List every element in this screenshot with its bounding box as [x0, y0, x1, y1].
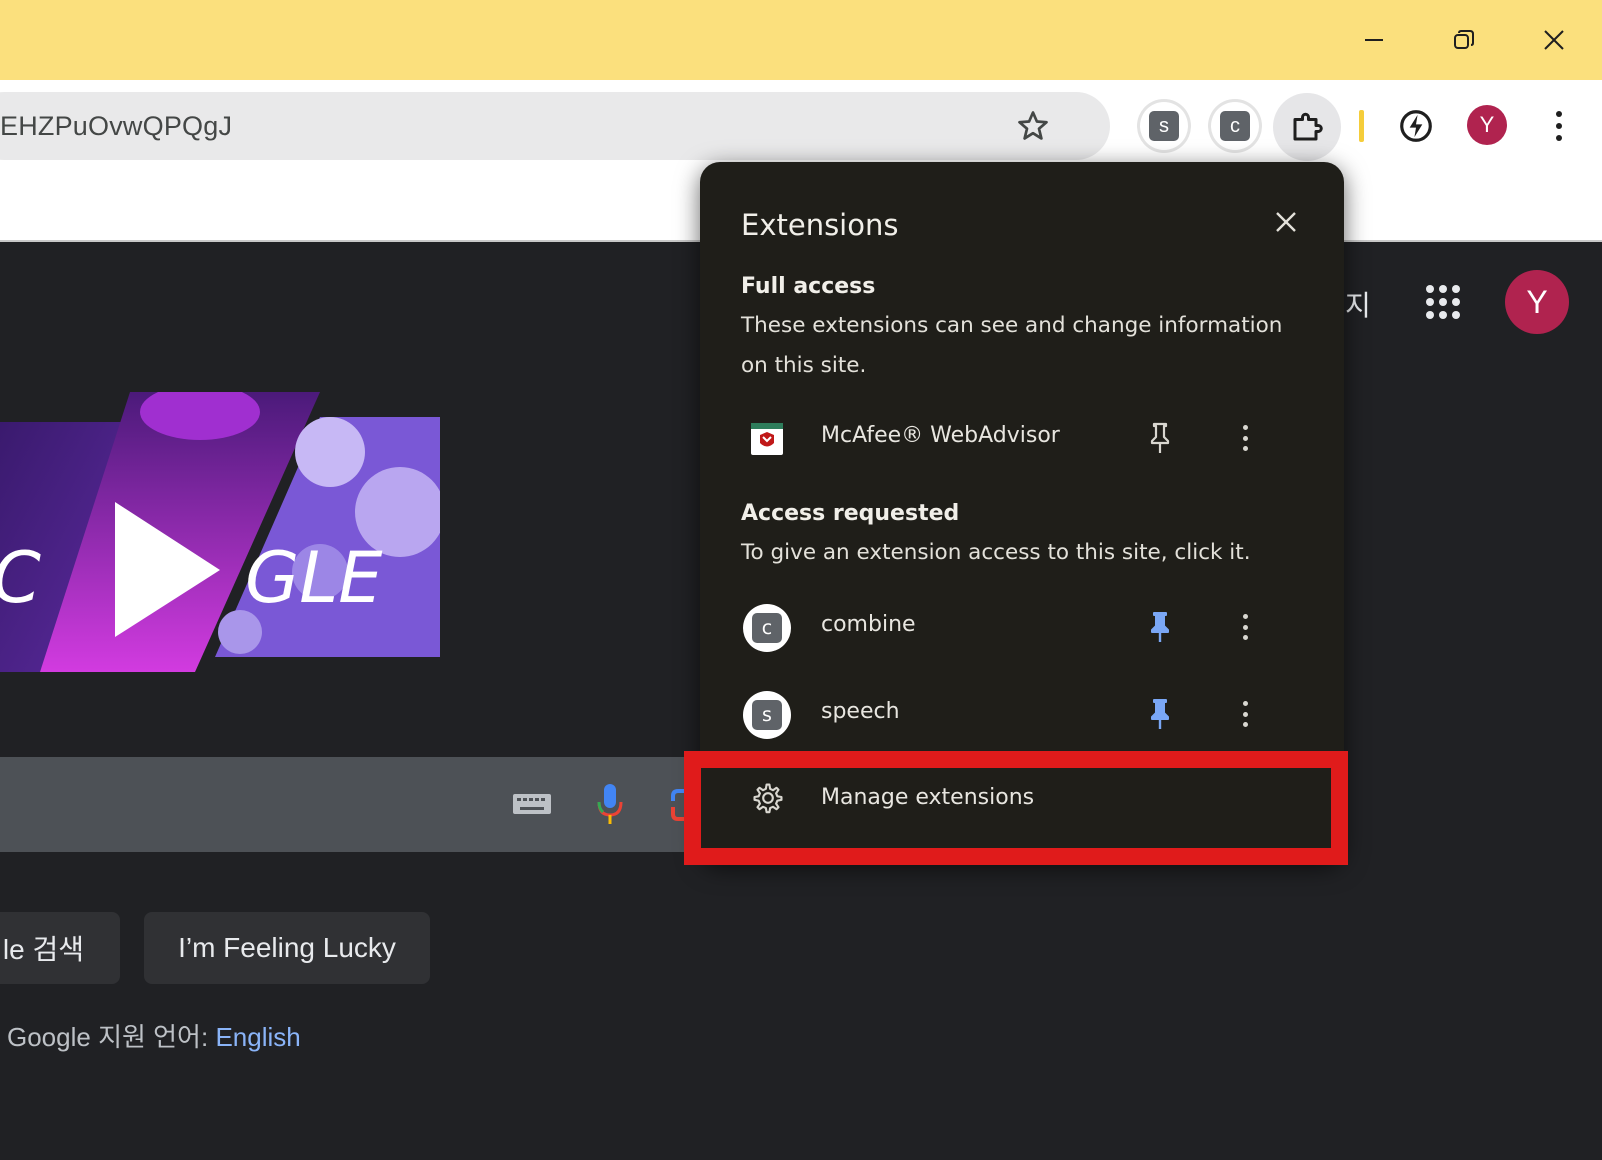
toolbar-extension-speech[interactable]: s: [1140, 102, 1188, 150]
extension-c-icon: c: [1220, 111, 1250, 141]
extensions-menu-button[interactable]: [1273, 93, 1341, 161]
combine-icon: c: [743, 604, 791, 652]
extension-more-icon[interactable]: [1235, 421, 1255, 455]
language-link-english[interactable]: English: [215, 1022, 300, 1052]
restore-button[interactable]: [1442, 20, 1486, 60]
toolbar-extension-combine[interactable]: c: [1211, 102, 1259, 150]
manage-extensions-label: Manage extensions: [821, 785, 1035, 810]
close-icon: [1544, 30, 1564, 50]
performance-icon[interactable]: [1397, 107, 1435, 145]
halloween-doodle[interactable]: GLE C: [0, 392, 440, 672]
unpinned-icon[interactable]: [1145, 421, 1175, 455]
address-bar[interactable]: EHZPuOvwQPQgJ: [0, 92, 1110, 160]
popup-title: Extensions: [741, 208, 899, 242]
language-prefix: Google 지원 언어:: [7, 1022, 209, 1052]
language-offer: Google 지원 언어: English: [7, 1017, 301, 1054]
close-window-button[interactable]: [1532, 20, 1576, 60]
mcafee-icon: [743, 415, 791, 463]
extensions-popup: Extensions Full access These extensions …: [700, 162, 1344, 862]
toolbar-separator: [1359, 110, 1364, 142]
page-profile-avatar[interactable]: Y: [1505, 270, 1569, 334]
feeling-lucky-button[interactable]: I’m Feeling Lucky: [144, 912, 430, 984]
keyboard-icon[interactable]: [512, 793, 552, 815]
title-bar: [0, 0, 1602, 80]
apps-grid-icon[interactable]: [1425, 284, 1461, 320]
minimize-icon: [1365, 39, 1383, 41]
minimize-button[interactable]: [1352, 20, 1396, 60]
more-menu-icon[interactable]: [1549, 107, 1569, 145]
svg-text:C: C: [0, 537, 41, 619]
access-requested-description: To give an extension access to this site…: [741, 540, 1251, 565]
browser-toolbar: EHZPuOvwQPQgJ s c Y: [0, 80, 1602, 168]
pinned-icon[interactable]: [1145, 610, 1175, 644]
extension-more-icon[interactable]: [1235, 697, 1255, 731]
puzzle-icon: [1293, 112, 1323, 141]
bookmark-star-icon[interactable]: [1015, 108, 1051, 144]
lens-search-icon[interactable]: [670, 787, 690, 823]
pinned-icon[interactable]: [1145, 697, 1175, 731]
search-box[interactable]: [0, 757, 720, 852]
extension-s-icon: s: [1149, 111, 1179, 141]
extension-more-icon[interactable]: [1235, 610, 1255, 644]
extension-name: speech: [821, 699, 900, 724]
voice-search-icon[interactable]: [595, 782, 625, 826]
speech-icon: s: [743, 691, 791, 739]
profile-avatar[interactable]: Y: [1467, 105, 1507, 145]
gear-icon: [753, 783, 783, 814]
extension-row-speech[interactable]: s speech: [700, 679, 1344, 749]
top-nav-link[interactable]: 지: [1345, 284, 1371, 324]
popup-close-button[interactable]: [1270, 206, 1302, 238]
extension-name: combine: [821, 612, 916, 637]
extension-row-mcafee[interactable]: McAfee® WebAdvisor: [700, 403, 1344, 473]
address-text: EHZPuOvwQPQgJ: [0, 111, 233, 141]
full-access-description: These extensions can see and change info…: [741, 313, 1283, 378]
svg-text:GLE: GLE: [245, 537, 383, 619]
manage-extensions-item[interactable]: Manage extensions: [700, 755, 1344, 841]
close-icon: [1276, 212, 1296, 232]
extension-name: McAfee® WebAdvisor: [821, 423, 1060, 448]
extension-row-combine[interactable]: c combine: [700, 592, 1344, 662]
google-search-button[interactable]: le 검색: [0, 912, 120, 984]
restore-icon: [1454, 30, 1474, 49]
full-access-heading: Full access: [741, 274, 876, 299]
access-requested-heading: Access requested: [741, 501, 960, 526]
